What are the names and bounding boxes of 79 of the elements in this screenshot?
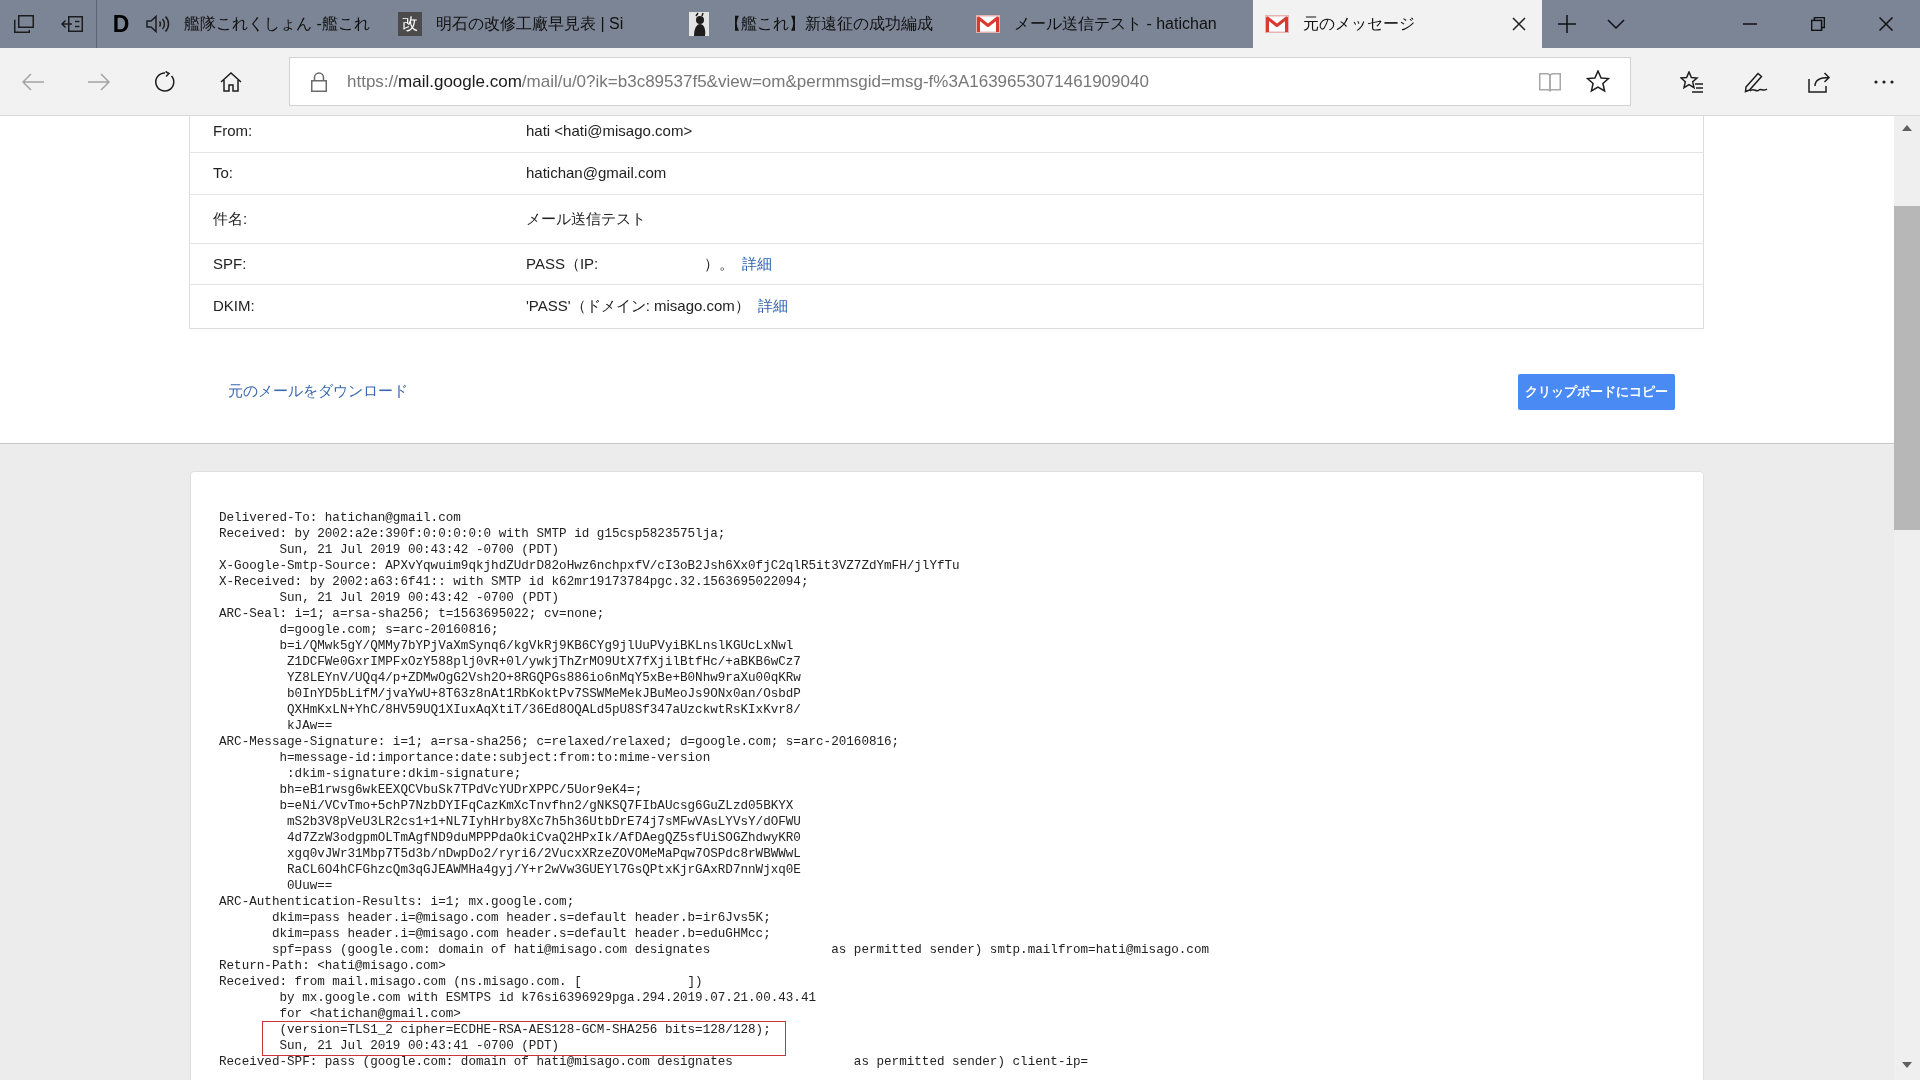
raw-message-line: Z1DCFWe0GxrIMPFxOzY588plj0vR+0l/ywkjThZrMO9UtX7fXjilBtfHc/+aBKB6wCz7 <box>286 654 801 670</box>
caret-up-icon[interactable] <box>1902 125 1912 131</box>
header-label: SPF: <box>212 253 248 274</box>
scrollbar-thumb[interactable] <box>1894 206 1920 530</box>
speaker-icon[interactable] <box>146 14 170 34</box>
ellipsis-icon[interactable] <box>1874 79 1894 84</box>
arrow-panel-icon[interactable] <box>61 16 83 32</box>
stacked-windows-icon[interactable] <box>14 15 34 33</box>
raw-message-line: X-Google-Smtp-Source: APXvYqwuim9qkjhdZUdrD82oHwz6nchpxfV/cI3oB2Jsh6Xx0fjC2qlR5it3VZ7ZdYmFH/jlYfTu <box>219 558 960 574</box>
raw-message-line: bh=eB1rwsg6wkEEXQCVbuSk7TPdVcYUDrXPPC/5Uor9eK4=; <box>278 782 643 798</box>
refresh-icon[interactable] <box>154 70 176 93</box>
raw-message-line: ARC-Authentication-Results: i=1; mx.google.com; <box>219 894 575 910</box>
download-link[interactable]: 元のメールをダウンロード <box>228 380 408 403</box>
raw-message-line: ARC-Message-Signature: i=1; a=rsa-sha256; c=relaxed/relaxed; d=google.com; s=arc-20160816; <box>219 734 900 750</box>
raw-message-line: xgq0vJWr31Mbp7T5d3b/nDwpDo2/ryri6/2VucxXRzeZOVOMeMaPqw7OSPdc8rWBWWwL <box>286 846 801 862</box>
raw-message-line: by mx.google.com with ESMTPS id k76si6396929pga.294.2019.07.21.00.43.41 <box>278 990 817 1006</box>
browser-tab[interactable]: D 艦隊これくしょん -艦これ <box>97 0 386 48</box>
raw-message-line: b=eNi/VCvTmo+5chP7NzbDYIFqCazKmXcTnvfhn2/gNKSQ7FIbAUcsg6GuZLzd05BKYX <box>278 798 794 814</box>
raw-message-line: 4d7ZzW3odgpmOLTmAgfND9duMPPPdaOkiCvaQ2HPxIk/AfDAegQZ5sfUiSOGZhdwyKR0 <box>286 830 801 846</box>
raw-message-line: ARC-Seal: i=1; a=rsa-sha256; t=1563695022; cv=none; <box>219 606 605 622</box>
browser-tab[interactable]: メール送信テスト - hatichan <box>964 0 1253 48</box>
details-link[interactable]: 詳細 <box>742 252 773 276</box>
header-value: 'PASS'（ドメイン: misago.com） <box>526 296 750 317</box>
browser-tab[interactable]: 改 明石の改修工廠早見表 | Si <box>386 0 675 48</box>
star-icon[interactable] <box>1586 70 1610 93</box>
raw-message-line: spf=pass (google.com: domain of hati@misago.com designates as permitted sender) smtp.mailfrom=hati@misago.com <box>270 942 1210 958</box>
restore-icon[interactable] <box>1811 17 1825 31</box>
raw-message-line: Return-Path: <hati@misago.com> <box>219 958 446 974</box>
raw-message-line: YZ8LEYnV/UQq4/p+ZDMwOgG2Vsh2O+8RGQPGs886io6nMqY5xBe+B0Nhw9raXu00qKRw <box>286 670 801 686</box>
header-value: hatichan@gmail.com <box>526 163 667 184</box>
plus-icon[interactable] <box>1558 15 1576 33</box>
raw-message-line: 0Uuw== <box>286 878 333 894</box>
letter-icon: D <box>109 12 133 36</box>
close-icon[interactable] <box>1512 17 1526 31</box>
raw-message-line: Sun, 21 Jul 2019 00:43:42 -0700 (PDT) <box>278 542 560 558</box>
character-tile-icon: 改 <box>398 12 422 36</box>
raw-message-line: (version=TLS1_2 cipher=ECDHE-RSA-AES128-GCM-SHA256 bits=128/128); <box>278 1022 771 1038</box>
raw-message-line: Delivered-To: hatichan@gmail.com <box>219 510 461 526</box>
header-label: To: <box>212 163 234 184</box>
raw-message-line: h=message-id:importance:date:subject:from:to:mime-version <box>278 750 711 766</box>
home-icon[interactable] <box>220 71 242 92</box>
raw-message-line: for <hatichan@gmail.com> <box>278 1006 461 1022</box>
browser-tab[interactable]: 【艦これ】新遠征の成功編成 <box>675 0 964 48</box>
raw-message-line: kJAw== <box>286 718 333 734</box>
chevron-down-icon[interactable] <box>1606 19 1625 29</box>
raw-message-line: X-Received: by 2002:a63:6f41:: with SMTP id k62mr19173784pgc.32.1563695022094; <box>219 574 809 590</box>
header-value: メール送信テスト <box>526 208 646 229</box>
browser-tab[interactable]: 元のメッセージ <box>1253 0 1542 48</box>
lock-icon[interactable] <box>311 71 327 92</box>
details-link[interactable]: 詳細 <box>757 295 788 318</box>
raw-message-line: Received: by 2002:a2e:390f:0:0:0:0:0 with SMTP id g15csp5823575lja; <box>219 526 726 542</box>
header-value: ）。 <box>704 253 735 274</box>
raw-message-line: b=i/QMwk5gY/QMMy7bYPjVaXmSynq6/kgVkRj9KB6CYg9jlUuPVyiBKLnslKGUcLxNwl <box>278 638 794 654</box>
raw-message-line: QXHmKxLN+YhC/8HV59UQ1XIuxAqXtiT/36Ed8OQALd5pU8Sf347aUzckwtRsKIxKvr8/ <box>286 702 801 718</box>
caret-down-icon[interactable] <box>1902 1062 1912 1068</box>
copy-button[interactable]: クリップボードにコピー <box>1518 373 1675 410</box>
raw-message-line: dkim=pass header.i=@misago.com header.s=default header.b=eduGHMcc; <box>270 926 771 942</box>
raw-message-line: d=google.com; s=arc-20160816; <box>278 622 499 638</box>
header-value: PASS（IP: <box>526 253 599 274</box>
raw-message-line: b0InYD5bLifM/jvaYwU+8T63z8nAt1RbKoktPv7SSWMeMekJBuMeoJs9ONx0an/OsbdP <box>286 686 801 702</box>
url-text[interactable]: https://mail.google.com/mail/u/0?ik=b3c89537f5&view=om&permmsgid=msg-f%3A1639653071461909040 <box>347 68 1539 95</box>
mail-icon <box>1265 15 1289 33</box>
raw-message-line: Received: from mail.misago.com (ns.misago.com. [ ]) <box>219 974 703 990</box>
raw-message-line: Sun, 21 Jul 2019 00:43:42 -0700 (PDT) <box>278 590 560 606</box>
header-label: DKIM: <box>212 296 256 317</box>
raw-message-line: RaCL6O4hCFGhzcQm3qGJEAWMHa4gyj/Y+r2wVw3GUEYl7GsQPtxKjrGAxRD7nnWjxq0E <box>286 862 801 878</box>
star-list-icon[interactable] <box>1680 70 1704 93</box>
header-value: hati <hati@misago.com> <box>526 121 693 142</box>
address-field[interactable]: https://mail.google.com/mail/u/0?ik=b3c89537f5&view=om&permmsgid=msg-f%3A1639653071461909040 <box>289 57 1631 106</box>
header-label: 件名: <box>212 208 249 229</box>
raw-message-line: mS2b3V8pVeU3LR2cs1+1+NL7IyhHrby8Xc7h5h36UtbDrE74j7sMFwVAsLYVsY/dOFWU <box>286 814 801 830</box>
raw-message-line: :dkim-signature:dkim-signature; <box>286 766 522 782</box>
header-label: From: <box>212 121 254 142</box>
share-icon[interactable] <box>1808 70 1832 93</box>
image-thumbnail-icon <box>689 12 709 36</box>
raw-message-line: dkim=pass header.i=@misago.com header.s=default header.b=ir6Jvs5K; <box>270 910 771 926</box>
mail-icon <box>976 15 1000 33</box>
raw-message-line: Sun, 21 Jul 2019 00:43:41 -0700 (PDT) <box>278 1038 560 1054</box>
raw-message-line: Received-SPF: pass (google.com: domain of hati@misago.com designates as permitted sender) client-ip= <box>219 1054 1089 1070</box>
